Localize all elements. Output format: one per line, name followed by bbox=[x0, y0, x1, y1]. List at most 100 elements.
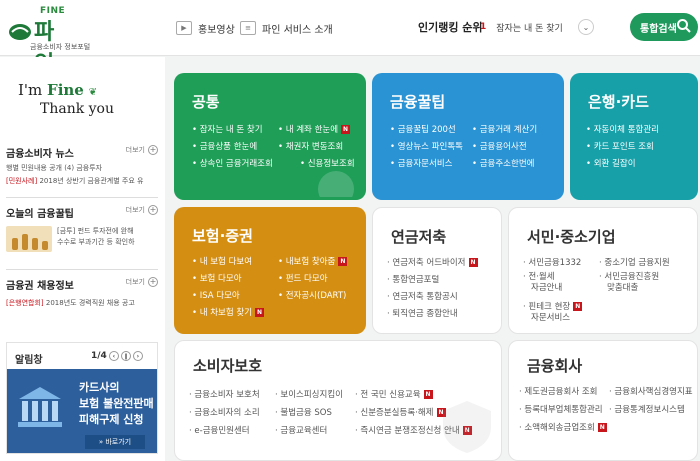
tile-link[interactable]: 보험 다모아 bbox=[192, 272, 242, 284]
go-button[interactable]: » 바로가기 bbox=[85, 435, 145, 449]
plus-icon: + bbox=[148, 145, 158, 155]
banner-line1: I'm Fine ❦ bbox=[18, 81, 98, 99]
tile-link[interactable]: 채권자 변동조회 bbox=[278, 140, 343, 152]
tile-title: 금융회사 bbox=[527, 357, 583, 375]
tile-link[interactable]: 금융교육센터 bbox=[275, 424, 327, 436]
tile-link[interactable]: 금융자문서비스 bbox=[390, 157, 453, 169]
tile-finance-tips: 금융꿀팁 금융꿀팁 200선 금융거래 계산기 영상뉴스 파인톡톡 금융용어사전… bbox=[372, 73, 564, 200]
plus-icon: + bbox=[148, 277, 158, 287]
chevron-down-icon[interactable]: ⌄ bbox=[578, 19, 594, 35]
consumer-news-section: 금융소비자 뉴스 더보기 + 행별 민원내용 공개 (4) 금융투자 [민원사례]… bbox=[6, 145, 158, 186]
tile-sme: 서민·중소기업 서민금융1332 중소기업 금융지원 전·월세자금안내 서민금융… bbox=[508, 207, 698, 334]
news-more-button[interactable]: 더보기 + bbox=[126, 145, 158, 155]
tile-link[interactable]: 전 국민 신용교육N bbox=[355, 388, 433, 400]
plus-icon: + bbox=[148, 205, 158, 215]
tile-link[interactable]: 내 보험 다보여 bbox=[192, 255, 252, 267]
notice-title: 알림창 bbox=[15, 355, 43, 366]
coin-icon bbox=[318, 171, 354, 197]
tile-link[interactable]: 보이스피싱지킴이 bbox=[275, 388, 343, 400]
divider bbox=[6, 197, 158, 198]
tile-link[interactable]: 자동이체 통합관리 bbox=[586, 123, 659, 135]
service-intro-link[interactable]: ≡ 파인 서비스 소개 bbox=[240, 18, 333, 38]
notice-banner[interactable]: 카드사의 보험 불완전판매 피해구제 신청 » 바로가기 bbox=[7, 369, 157, 453]
tile-link[interactable]: 등록대부업체통합관리 bbox=[519, 403, 602, 415]
search-label: 통합검색 bbox=[640, 23, 677, 35]
tip-item[interactable]: [금투] 펀드 투자전에 완해 수수로 부과기간 등 확인하 bbox=[6, 226, 158, 252]
job-more-button[interactable]: 더보기 + bbox=[126, 277, 158, 287]
tile-link[interactable]: 서민금융진흥원맞춤대출 bbox=[599, 272, 659, 294]
notice-box: 알림창 1/4 ‹ ∥ › 카드사의 보험 불완전판매 피해구제 신청 » 바로… bbox=[6, 342, 158, 454]
prev-icon[interactable]: ‹ bbox=[108, 351, 119, 361]
tile-link[interactable]: 연금저축 어드바이저N bbox=[387, 256, 478, 268]
tile-link[interactable]: ISA 다모아 bbox=[192, 289, 240, 301]
tile-link[interactable]: 내 계좌 한눈에N bbox=[278, 123, 351, 135]
tile-link[interactable]: 불법금융 SOS bbox=[275, 406, 331, 418]
tile-link[interactable]: 금융꿀팁 200선 bbox=[390, 123, 456, 135]
tile-link[interactable]: 제도권금융회사 조회 bbox=[519, 385, 597, 397]
tile-link[interactable]: 금융거래 계산기 bbox=[472, 123, 537, 135]
ranking-ticker[interactable]: 1 잠자는 내 돈 찾기 ⌄ bbox=[474, 15, 598, 39]
document-icon: ≡ bbox=[240, 21, 256, 35]
promo-video-link[interactable]: ▶ 홍보영상 bbox=[176, 18, 235, 38]
tile-pension: 연금저축 연금저축 어드바이저N 통합연금포털 연금저축 통합공시 퇴직연금 종… bbox=[372, 207, 502, 334]
tile-title: 공통 bbox=[192, 93, 220, 111]
tile-title: 서민·중소기업 bbox=[527, 228, 616, 246]
tip-more-button[interactable]: 더보기 + bbox=[126, 205, 158, 215]
tile-title: 은행·카드 bbox=[588, 93, 649, 111]
tile-link[interactable]: 금융용어사전 bbox=[472, 140, 527, 152]
building-icon bbox=[18, 387, 62, 427]
tile-link[interactable]: 서민금융1332 bbox=[523, 256, 581, 268]
tile-link[interactable]: 금융통계정보시스템 bbox=[609, 403, 684, 415]
tile-link[interactable]: 금융주소한번에 bbox=[472, 157, 535, 169]
tile-link[interactable]: 영상뉴스 파인톡톡 bbox=[390, 140, 463, 152]
tile-link[interactable]: 펀드 다모아 bbox=[278, 272, 328, 284]
tile-link[interactable]: 내보험 찾아줌N bbox=[278, 255, 348, 267]
banner-line2: Thank you bbox=[40, 101, 115, 117]
tile-link[interactable]: 퇴직연금 종합안내 bbox=[387, 307, 457, 319]
tile-link[interactable]: 연금저축 통합공시 bbox=[387, 290, 457, 302]
top-header: FINE 파 인 금융소비자 정보포털 ▶ 홍보영상 ≡ 파인 서비스 소개 인… bbox=[0, 0, 700, 77]
tile-consumer-protection: 소비자보호 금융소비자 보호처 보이스피싱지킴이 전 국민 신용교육N 금융소비… bbox=[174, 340, 502, 461]
tile-link[interactable]: 내 차보험 찾기N bbox=[192, 306, 265, 318]
leaf-logo-icon bbox=[9, 24, 31, 40]
divider bbox=[6, 269, 158, 270]
job-item[interactable]: [은행연합회] 2018년도 경력직원 채용 공고 bbox=[6, 298, 158, 308]
tile-link[interactable]: 잠자는 내 돈 찾기 bbox=[192, 123, 263, 135]
new-badge: N bbox=[423, 390, 433, 399]
tile-link[interactable]: 신용정보조회 bbox=[300, 157, 355, 169]
tile-link[interactable]: 전·월세자금안내 bbox=[523, 272, 562, 294]
tile-link[interactable]: 전자공시(DART) bbox=[278, 289, 347, 301]
notice-line: 보험 불완전판매 bbox=[79, 397, 154, 410]
news-item[interactable]: [민원사례] 2018년 상반기 금융관계별 주요 유 bbox=[6, 176, 158, 186]
service-intro-label: 파인 서비스 소개 bbox=[262, 24, 333, 36]
new-badge: N bbox=[573, 302, 583, 311]
tile-link[interactable]: 핀테크 현장N자문서비스 bbox=[523, 302, 583, 324]
tile-link[interactable]: 금융소비자의 소리 bbox=[189, 406, 259, 418]
news-item[interactable]: 행별 민원내용 공개 (4) 금융투자 bbox=[6, 163, 158, 173]
tile-link[interactable]: 신분증분실등록·해제N bbox=[355, 406, 446, 418]
tile-link[interactable]: 금융상품 한눈에 bbox=[192, 140, 257, 152]
tile-link[interactable]: 통합연금포털 bbox=[387, 273, 439, 285]
job-info-section: 금융권 채용정보 더보기 + [은행연합회] 2018년도 경력직원 채용 공고 bbox=[6, 277, 158, 308]
tile-link[interactable]: e-금융민원센터 bbox=[189, 424, 249, 436]
tile-title: 소비자보호 bbox=[193, 357, 263, 375]
integrated-search-button[interactable]: 통합검색 bbox=[630, 13, 698, 41]
tile-link[interactable]: 카드 포인트 조회 bbox=[586, 140, 654, 152]
new-badge: N bbox=[597, 423, 607, 432]
notice-line: 피해구제 신청 bbox=[79, 413, 144, 426]
tile-link[interactable]: 소액해외송금업조회N bbox=[519, 421, 607, 433]
notice-page: 1/4 bbox=[91, 351, 107, 361]
tile-link[interactable]: 외환 길잡이 bbox=[586, 157, 636, 169]
logo-subtitle: 금융소비자 정보포털 bbox=[30, 43, 91, 51]
tile-link[interactable]: 상속인 금융거래조회 bbox=[192, 157, 273, 169]
new-badge: N bbox=[255, 308, 265, 317]
tile-link[interactable]: 금융소비자 보호처 bbox=[189, 388, 259, 400]
tile-link[interactable]: 금융회사핵심경영지표 bbox=[609, 385, 692, 397]
shield-icon bbox=[443, 401, 491, 453]
tip-text: [금투] 펀드 투자전에 완해 수수로 부과기간 등 확인하 bbox=[57, 227, 135, 246]
next-icon[interactable]: › bbox=[132, 351, 143, 361]
tile-link[interactable]: 중소기업 금융지원 bbox=[599, 256, 669, 268]
fine-logo[interactable]: FINE 파 인 금융소비자 정보포털 bbox=[8, 6, 91, 77]
tip-thumbnail bbox=[6, 226, 52, 252]
pause-icon[interactable]: ∥ bbox=[120, 351, 131, 361]
